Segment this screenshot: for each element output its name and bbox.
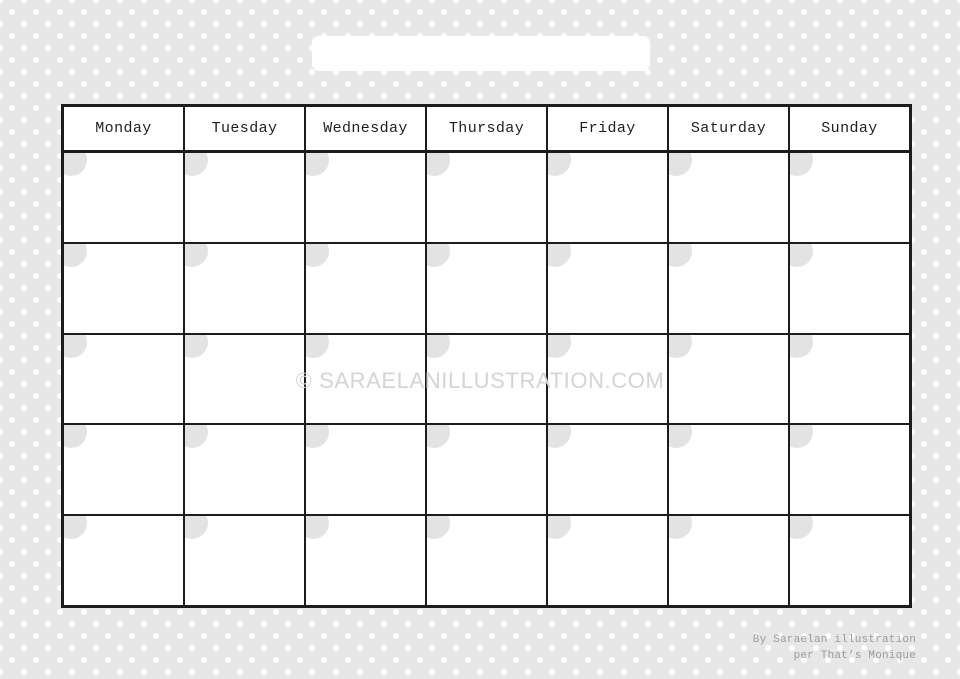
day-number xyxy=(68,426,90,448)
weekday-header-saturday: Saturday xyxy=(669,107,790,150)
day-number xyxy=(552,154,574,176)
calendar-day-cell[interactable] xyxy=(185,516,306,605)
day-number xyxy=(552,426,574,448)
calendar-day-cell[interactable] xyxy=(64,243,185,333)
calendar-day-cell[interactable] xyxy=(64,425,185,515)
day-number xyxy=(673,336,695,358)
calendar-day-cell[interactable] xyxy=(548,243,669,333)
calendar-week-row xyxy=(64,516,909,605)
calendar-week-row xyxy=(64,243,909,335)
day-number xyxy=(431,517,453,539)
calendar-day-cell[interactable] xyxy=(306,425,427,515)
calendar-day-cell[interactable] xyxy=(185,334,306,424)
day-number xyxy=(794,426,816,448)
day-number xyxy=(68,154,90,176)
weekday-header-sunday: Sunday xyxy=(790,107,909,150)
calendar-day-cell[interactable] xyxy=(790,153,909,242)
calendar-week-row xyxy=(64,153,909,244)
calendar-grid: Monday Tuesday Wednesday Thursday Friday Satu… xyxy=(61,104,912,608)
day-number xyxy=(310,517,332,539)
day-number xyxy=(794,245,816,267)
day-number xyxy=(189,245,211,267)
weekday-header-row: Monday Tuesday Wednesday Thursday Friday Satu… xyxy=(64,107,909,153)
day-number xyxy=(794,154,816,176)
day-number xyxy=(189,336,211,358)
weekday-header-monday: Monday xyxy=(64,107,185,150)
day-number xyxy=(673,154,695,176)
day-number xyxy=(552,245,574,267)
calendar-day-cell[interactable] xyxy=(185,243,306,333)
calendar-day-cell[interactable] xyxy=(669,153,790,242)
calendar-day-cell[interactable] xyxy=(669,516,790,605)
calendar-title-input[interactable] xyxy=(312,36,650,71)
day-number xyxy=(552,517,574,539)
calendar-day-cell[interactable] xyxy=(548,334,669,424)
weekday-header-friday: Friday xyxy=(548,107,669,150)
day-number xyxy=(431,426,453,448)
day-number xyxy=(310,426,332,448)
calendar-day-cell[interactable] xyxy=(64,153,185,242)
day-number xyxy=(68,245,90,267)
calendar-day-cell[interactable] xyxy=(427,243,548,333)
day-number xyxy=(673,426,695,448)
day-number xyxy=(673,245,695,267)
day-number xyxy=(310,336,332,358)
day-number xyxy=(189,154,211,176)
calendar-day-cell[interactable] xyxy=(306,243,427,333)
day-number xyxy=(68,336,90,358)
day-number xyxy=(189,426,211,448)
calendar-day-cell[interactable] xyxy=(548,425,669,515)
calendar-day-cell[interactable] xyxy=(427,425,548,515)
calendar-day-cell[interactable] xyxy=(306,334,427,424)
calendar-day-cell[interactable] xyxy=(790,425,909,515)
calendar-day-cell[interactable] xyxy=(427,516,548,605)
calendar-day-cell[interactable] xyxy=(306,516,427,605)
calendar-day-cell[interactable] xyxy=(64,516,185,605)
day-number xyxy=(794,336,816,358)
day-number xyxy=(68,517,90,539)
weekday-header-wednesday: Wednesday xyxy=(306,107,427,150)
day-number xyxy=(552,336,574,358)
calendar-day-cell[interactable] xyxy=(548,153,669,242)
calendar-day-cell[interactable] xyxy=(427,334,548,424)
day-number xyxy=(431,154,453,176)
calendar-day-cell[interactable] xyxy=(306,153,427,242)
calendar-week-row xyxy=(64,425,909,517)
calendar-day-cell[interactable] xyxy=(185,153,306,242)
credit-line-1: By Saraelan illustration xyxy=(752,634,916,646)
calendar-day-cell[interactable] xyxy=(790,334,909,424)
calendar-day-cell[interactable] xyxy=(790,243,909,333)
weekday-header-thursday: Thursday xyxy=(427,107,548,150)
credit-block: By Saraelan illustration per That’s Moni… xyxy=(753,633,916,665)
day-number xyxy=(310,154,332,176)
calendar-day-cell[interactable] xyxy=(790,516,909,605)
day-number xyxy=(673,517,695,539)
day-number xyxy=(310,245,332,267)
calendar-day-cell[interactable] xyxy=(669,243,790,333)
weekday-header-tuesday: Tuesday xyxy=(185,107,306,150)
day-number xyxy=(794,517,816,539)
day-number xyxy=(431,245,453,267)
calendar-week-row xyxy=(64,334,909,426)
calendar-day-cell[interactable] xyxy=(669,425,790,515)
day-number xyxy=(431,336,453,358)
calendar-day-cell[interactable] xyxy=(64,334,185,424)
calendar-weeks xyxy=(64,153,909,605)
calendar-title-box[interactable] xyxy=(312,36,650,71)
calendar-day-cell[interactable] xyxy=(185,425,306,515)
credit-line-2: per That’s Monique xyxy=(793,649,916,662)
calendar-day-cell[interactable] xyxy=(548,516,669,605)
calendar-day-cell[interactable] xyxy=(427,153,548,242)
calendar-day-cell[interactable] xyxy=(669,334,790,424)
day-number xyxy=(189,517,211,539)
